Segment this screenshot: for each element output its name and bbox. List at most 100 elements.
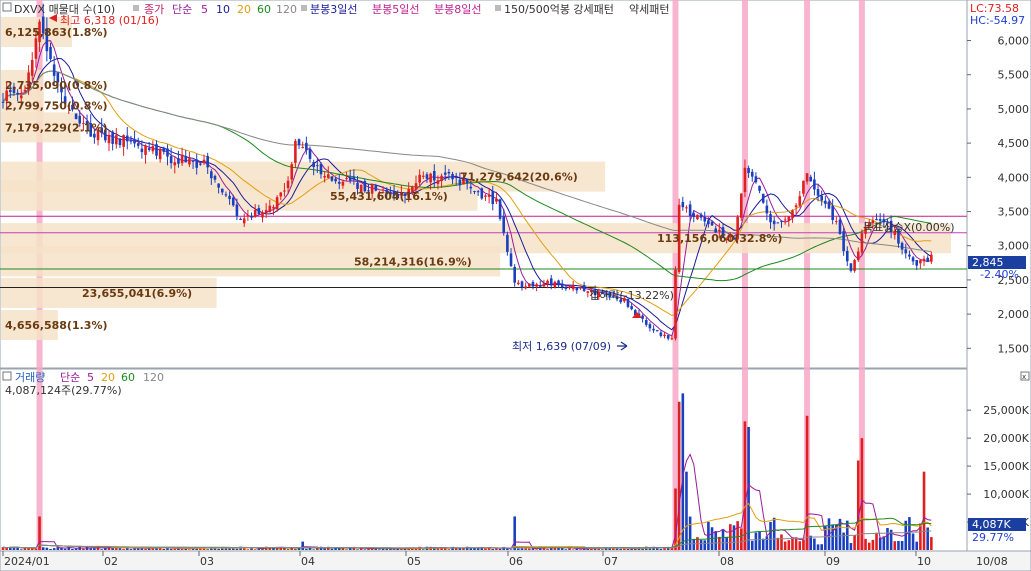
candle-body-254[interactable] xyxy=(930,254,933,262)
candle-body-251[interactable] xyxy=(919,260,922,264)
candle-body-31[interactable] xyxy=(115,135,118,145)
candle-body-154[interactable] xyxy=(564,286,568,289)
volume-bar-106[interactable] xyxy=(389,549,392,550)
candle-body-117[interactable] xyxy=(429,173,432,183)
candle-body-157[interactable] xyxy=(575,287,579,291)
volume-bar-245[interactable] xyxy=(897,540,900,550)
volume-bar-237[interactable] xyxy=(867,542,871,550)
candle-body-232[interactable] xyxy=(849,263,853,271)
candle-body-72[interactable] xyxy=(264,210,268,214)
candle-body-133[interactable] xyxy=(487,194,491,197)
candle-body-229[interactable] xyxy=(838,219,842,234)
candle-body-247[interactable] xyxy=(904,249,908,254)
candle-body-35[interactable] xyxy=(129,140,133,142)
candle-body-155[interactable] xyxy=(568,287,571,289)
volume-bar-171[interactable] xyxy=(626,549,630,550)
candle-body-210[interactable] xyxy=(769,214,772,223)
candle-body-39[interactable] xyxy=(144,145,147,155)
volume-bar-44[interactable] xyxy=(162,548,166,550)
candle-body-179[interactable] xyxy=(655,330,659,332)
volume-bar-188[interactable] xyxy=(688,516,692,550)
stock-chart[interactable]: 6,125,863(1.8%) 2,735,090(0.8%) 2,799,750(… xyxy=(0,0,1031,571)
candle-body-177[interactable] xyxy=(648,324,652,329)
candle-body-71[interactable] xyxy=(261,212,264,218)
candle-body-45[interactable] xyxy=(166,148,169,157)
volume-bar-97[interactable] xyxy=(356,549,359,550)
volume-bar-180[interactable] xyxy=(659,548,663,550)
candle-body-181[interactable] xyxy=(663,334,666,337)
candle-body-75[interactable] xyxy=(275,197,279,210)
candle-body-118[interactable] xyxy=(432,171,436,181)
volume-bar-248[interactable] xyxy=(908,517,911,550)
candle-body-136[interactable] xyxy=(498,199,502,219)
volume-bar-144[interactable] xyxy=(528,548,531,550)
volume-bar-184[interactable] xyxy=(674,488,677,550)
volume-bar-221[interactable] xyxy=(809,535,813,550)
volume-bar-27[interactable] xyxy=(100,549,103,550)
candle-body-40[interactable] xyxy=(147,148,151,150)
candle-body-62[interactable] xyxy=(228,195,231,200)
candle-body-143[interactable] xyxy=(524,286,527,289)
candle-body-38[interactable] xyxy=(140,148,144,153)
candle-body-120[interactable] xyxy=(440,175,443,182)
candle-body-68[interactable] xyxy=(250,215,253,218)
candle-body-63[interactable] xyxy=(231,197,235,206)
candle-body-239[interactable] xyxy=(875,218,878,221)
volume-bar-11[interactable] xyxy=(41,547,45,550)
candle-body-203[interactable] xyxy=(743,167,747,193)
candle-body-182[interactable] xyxy=(666,335,670,339)
candle-body-233[interactable] xyxy=(853,260,856,271)
candle-body-77[interactable] xyxy=(283,190,286,192)
volume-bar-189[interactable] xyxy=(692,538,696,550)
candle-body-226[interactable] xyxy=(827,201,831,209)
candle-body-114[interactable] xyxy=(418,174,421,183)
candle-body-70[interactable] xyxy=(257,208,261,215)
legend-collapse-box[interactable] xyxy=(2,2,12,12)
candle-body-97[interactable] xyxy=(356,183,359,189)
candle-body-215[interactable] xyxy=(787,216,791,221)
candle-body-54[interactable] xyxy=(199,163,202,165)
candle-body-190[interactable] xyxy=(696,214,699,220)
volume-panel[interactable] xyxy=(0,368,968,552)
candle-body-220[interactable] xyxy=(805,173,809,182)
volume-bar-94[interactable] xyxy=(345,549,348,550)
candle-body-8[interactable] xyxy=(30,60,34,76)
volume-bar-134[interactable] xyxy=(491,548,495,550)
candle-body-124[interactable] xyxy=(454,177,458,179)
candle-body-151[interactable] xyxy=(553,281,557,288)
candle-body-137[interactable] xyxy=(502,215,506,233)
volume-bar-59[interactable] xyxy=(217,548,220,550)
volume-bar-212[interactable] xyxy=(776,537,780,550)
candle-body-59[interactable] xyxy=(217,183,220,188)
candle-body-230[interactable] xyxy=(842,231,845,252)
volume-bar-236[interactable] xyxy=(864,538,867,550)
candle-body-206[interactable] xyxy=(754,176,758,183)
candle-body-14[interactable] xyxy=(52,64,56,76)
candle-body-184[interactable] xyxy=(674,269,677,339)
candle-body-84[interactable] xyxy=(308,148,312,159)
candle-body-93[interactable] xyxy=(341,181,345,186)
volume-bar-80[interactable] xyxy=(294,548,297,550)
candle-body-213[interactable] xyxy=(780,221,783,223)
candle-body-152[interactable] xyxy=(557,280,560,286)
candle-body-147[interactable] xyxy=(538,285,542,287)
volume-bar-149[interactable] xyxy=(546,549,549,550)
volume-bar-224[interactable] xyxy=(820,544,823,550)
volume-collapse-box[interactable] xyxy=(2,371,12,381)
volume-bar-196[interactable] xyxy=(718,536,721,550)
candle-body-205[interactable] xyxy=(750,171,754,177)
candle-body-119[interactable] xyxy=(436,180,440,184)
candle-body-46[interactable] xyxy=(169,156,173,164)
volume-bar-115[interactable] xyxy=(422,549,425,550)
candle-body-0[interactable] xyxy=(1,101,5,103)
volume-bar-51[interactable] xyxy=(188,549,191,550)
candle-body-96[interactable] xyxy=(352,176,356,180)
volume-bar-142[interactable] xyxy=(520,548,524,550)
volume-bar-24[interactable] xyxy=(89,548,93,550)
candle-body-156[interactable] xyxy=(571,285,575,290)
candle-body-175[interactable] xyxy=(641,315,644,319)
volume-bar-234[interactable] xyxy=(856,460,860,550)
volume-bar-132[interactable] xyxy=(484,548,487,550)
candle-body-193[interactable] xyxy=(707,220,710,225)
candle-body-32[interactable] xyxy=(118,138,122,146)
